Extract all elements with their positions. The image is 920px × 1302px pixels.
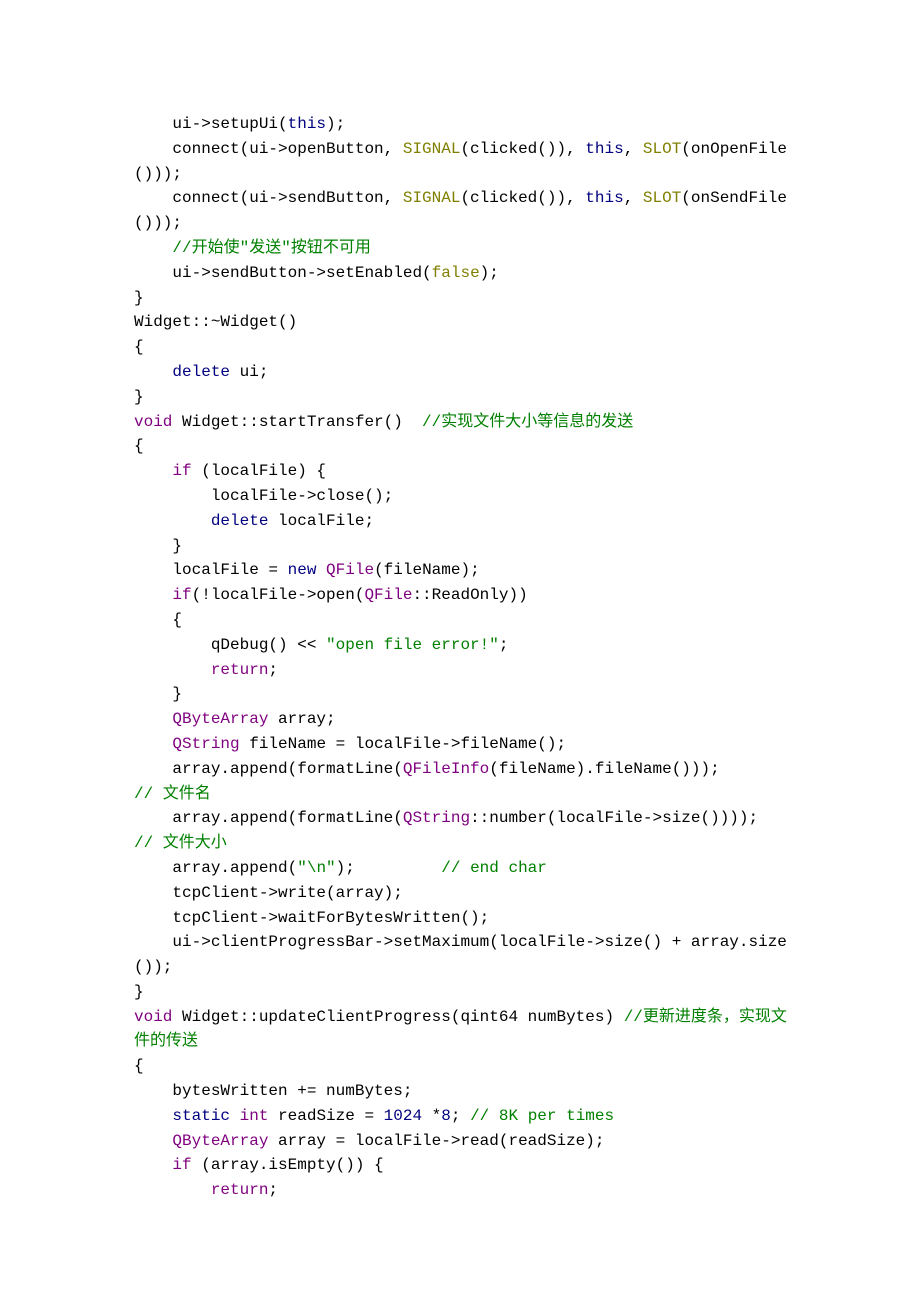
document-page: ui->setupUi(this); connect(ui->openButto…	[0, 0, 920, 1302]
code-listing: ui->setupUi(this); connect(ui->openButto…	[134, 112, 800, 1203]
